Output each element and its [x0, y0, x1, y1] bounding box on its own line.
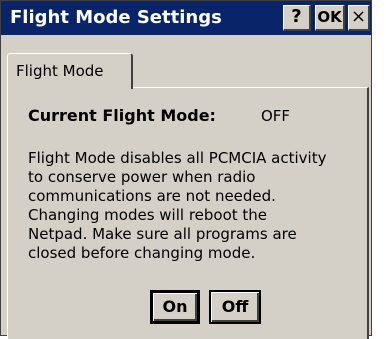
flight-mode-description: Flight Mode disables all PCMCIA activity… — [28, 149, 368, 263]
title-bar: Flight Mode Settings ? OK × — [1, 1, 371, 35]
tab-flight-mode-label: Flight Mode — [16, 62, 104, 80]
help-button[interactable]: ? — [283, 5, 311, 31]
current-flight-mode-label: Current Flight Mode: — [28, 106, 216, 125]
description-line: Netpad. Make sure all programs are — [28, 225, 297, 243]
on-button[interactable]: On — [150, 290, 200, 324]
tab-flight-mode[interactable]: Flight Mode — [7, 53, 133, 89]
description-line: Flight Mode disables all PCMCIA activity — [28, 149, 327, 167]
current-flight-mode-value: OFF — [261, 107, 291, 125]
off-button[interactable]: Off — [209, 290, 261, 324]
description-line: to conserve power when radio — [28, 168, 256, 186]
description-line: Changing modes will reboot the — [28, 206, 268, 224]
description-line: communications are not needed. — [28, 187, 276, 205]
ok-button[interactable]: OK — [315, 5, 345, 31]
flight-mode-settings-window: Flight Mode Settings ? OK × Flight Mode … — [0, 0, 372, 339]
description-line: closed before changing mode. — [28, 244, 256, 262]
close-button[interactable]: × — [348, 5, 370, 31]
window-title: Flight Mode Settings — [10, 7, 222, 28]
